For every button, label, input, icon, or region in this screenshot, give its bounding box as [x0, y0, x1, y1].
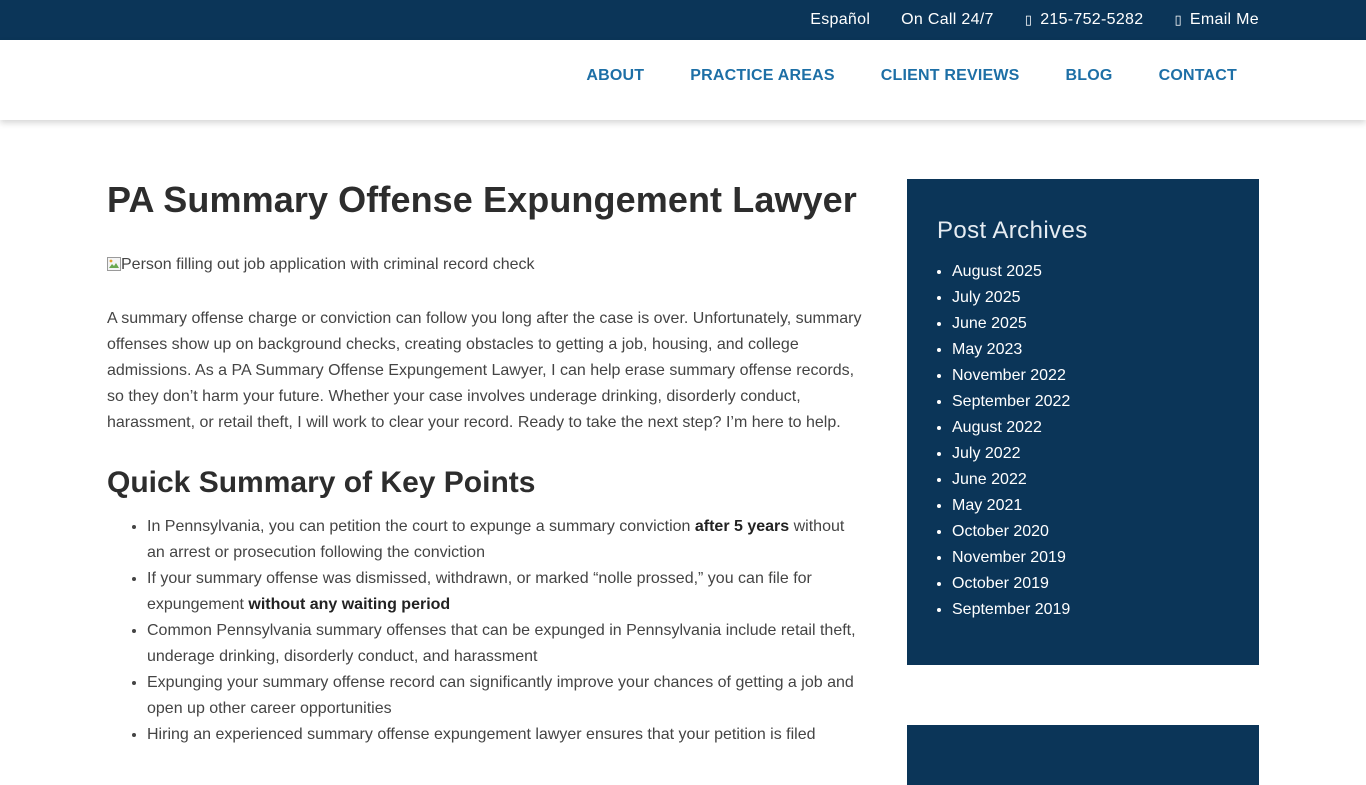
list-item-text: In Pennsylvania, you can petition the co…	[147, 518, 695, 535]
nav-item-blog[interactable]: BLOG	[1066, 67, 1113, 85]
page-title: PA Summary Offense Expungement Lawyer	[107, 179, 857, 220]
list-item-bold: without any waiting period	[248, 596, 451, 613]
on-call-label: On Call 24/7	[901, 11, 994, 28]
nav-item-contact[interactable]: CONTACT	[1159, 67, 1237, 85]
phone-icon: ▯	[1024, 12, 1033, 28]
list-item: June 2022	[952, 467, 1229, 493]
list-item: May 2021	[952, 493, 1229, 519]
archive-link[interactable]: October 2020	[952, 523, 1049, 540]
article-image: Person filling out job application with …	[107, 254, 862, 276]
main-navigation: ABOUT PRACTICE AREAS CLIENT REVIEWS BLOG…	[0, 40, 1366, 120]
top-utility-bar: Español On Call 24/7 ▯ 215-752-5282 ▯ Emai…	[0, 0, 1366, 40]
archive-link[interactable]: August 2022	[952, 419, 1042, 436]
utility-links: Español On Call 24/7 ▯ 215-752-5282 ▯ Emai…	[810, 0, 1259, 40]
email-link[interactable]: ▯ Email Me	[1174, 11, 1259, 29]
image-alt-text: Person filling out job application with …	[121, 256, 535, 273]
list-item: July 2022	[952, 441, 1229, 467]
list-item: October 2019	[952, 571, 1229, 597]
espanol-label: Español	[810, 11, 871, 28]
widget-title: Post Archives	[937, 217, 1088, 244]
on-call-link[interactable]: On Call 24/7	[901, 11, 994, 29]
archive-link[interactable]: September 2022	[952, 393, 1070, 410]
list-item: Hiring an experienced summary offense ex…	[147, 722, 862, 748]
list-item: May 2023	[952, 337, 1229, 363]
nav-menu: ABOUT PRACTICE AREAS CLIENT REVIEWS BLOG…	[586, 40, 1237, 112]
archive-link[interactable]: May 2021	[952, 497, 1022, 514]
archive-link[interactable]: August 2025	[952, 263, 1042, 280]
archive-link[interactable]: June 2025	[952, 315, 1027, 332]
key-points-list: In Pennsylvania, you can petition the co…	[107, 514, 862, 748]
espanol-link[interactable]: Español	[810, 11, 870, 29]
nav-item-client-reviews[interactable]: CLIENT REVIEWS	[881, 67, 1020, 85]
list-item: September 2019	[952, 597, 1229, 623]
broken-image-icon	[107, 256, 121, 271]
archive-link[interactable]: June 2022	[952, 471, 1027, 488]
list-item: In Pennsylvania, you can petition the co…	[147, 514, 862, 566]
list-item: June 2025	[952, 311, 1229, 337]
list-item-text: If your summary offense was dismissed, w…	[147, 570, 812, 613]
list-item: October 2020	[952, 519, 1229, 545]
list-item: November 2022	[952, 363, 1229, 389]
list-item: Common Pennsylvania summary offenses tha…	[147, 618, 862, 670]
nav-item-about[interactable]: ABOUT	[586, 67, 644, 85]
list-item: November 2019	[952, 545, 1229, 571]
intro-paragraph: A summary offense charge or conviction c…	[107, 310, 862, 431]
archive-link[interactable]: November 2022	[952, 367, 1066, 384]
list-item: September 2022	[952, 389, 1229, 415]
archive-link[interactable]: October 2019	[952, 575, 1049, 592]
article-content: PA Summary Offense Expungement Lawyer Pe…	[107, 178, 862, 748]
list-item: August 2025	[952, 259, 1229, 285]
list-item: August 2022	[952, 415, 1229, 441]
list-item-bold: after 5 years	[694, 518, 790, 535]
nav-item-practice-areas[interactable]: PRACTICE AREAS	[690, 67, 834, 85]
archive-link[interactable]: July 2022	[952, 445, 1021, 462]
secondary-widget	[907, 725, 1259, 785]
list-item-text: Hiring an experienced summary offense ex…	[147, 726, 816, 743]
post-archives-widget: Post Archives August 2025 July 2025 June…	[907, 179, 1259, 665]
section-heading: Quick Summary of Key Points	[107, 466, 536, 499]
phone-label: 215-752-5282	[1040, 11, 1144, 28]
list-item: July 2025	[952, 285, 1229, 311]
archive-list: August 2025 July 2025 June 2025 May 2023…	[937, 259, 1229, 623]
archive-link[interactable]: November 2019	[952, 549, 1066, 566]
list-item: Expunging your summary offense record ca…	[147, 670, 862, 722]
envelope-icon: ▯	[1174, 12, 1182, 28]
list-item-text: Common Pennsylvania summary offenses tha…	[147, 622, 856, 665]
list-item: If your summary offense was dismissed, w…	[147, 566, 862, 618]
email-label: Email Me	[1189, 11, 1259, 28]
archive-link[interactable]: July 2025	[952, 289, 1021, 306]
archive-link[interactable]: September 2019	[952, 601, 1070, 618]
phone-link[interactable]: ▯ 215-752-5282	[1025, 11, 1144, 29]
list-item-text: Expunging your summary offense record ca…	[147, 674, 854, 717]
archive-link[interactable]: May 2023	[952, 341, 1022, 358]
